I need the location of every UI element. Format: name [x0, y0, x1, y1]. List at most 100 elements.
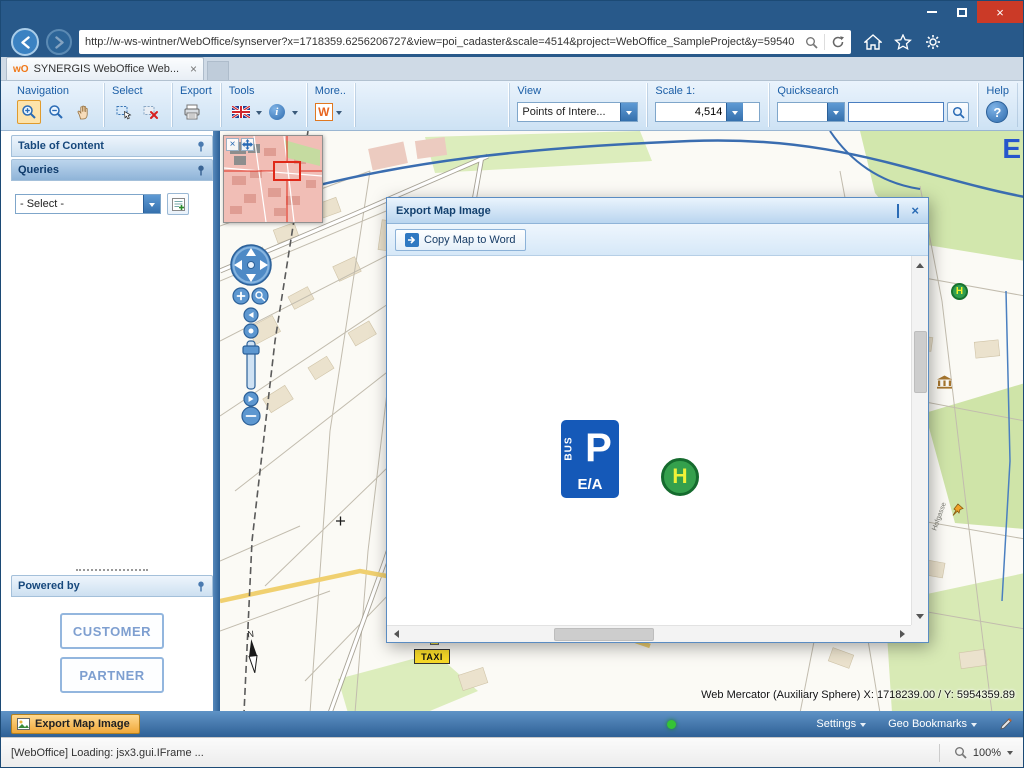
help-button[interactable]: ? [986, 101, 1008, 123]
forward-arrow-icon [53, 36, 66, 49]
geo-bookmarks-menu[interactable]: Geo Bookmarks [888, 718, 977, 730]
clear-selection-button[interactable] [139, 100, 163, 124]
panel-header-table-of-content[interactable]: Table of Content [11, 135, 213, 157]
settings-gear-icon[interactable] [924, 34, 942, 50]
overview-move-button[interactable] [241, 138, 254, 151]
info-tool-button[interactable]: i [265, 100, 289, 124]
select-section-label: Select [112, 84, 163, 99]
bus-sign-ea-text: E/A [561, 476, 619, 498]
sidebar-splitter[interactable] [213, 131, 220, 711]
quicksearch-type-dropdown[interactable] [777, 102, 845, 122]
copy-map-to-word-button[interactable]: Copy Map to Word [395, 229, 526, 251]
task-export-map-image[interactable]: Export Map Image [11, 714, 140, 734]
quicksearch-go-button[interactable] [947, 102, 969, 122]
browser-forward-button[interactable] [46, 29, 72, 55]
panel-header-powered-by[interactable]: Powered by [11, 575, 213, 597]
queries-panel-empty-area [11, 223, 213, 565]
panel-resize-handle[interactable] [11, 565, 213, 575]
browser-status-bar: [WebOffice] Loading: jsx3.gui.IFrame ...… [1, 737, 1023, 767]
view-dropdown[interactable]: Points of Intere... [517, 102, 638, 122]
partner-logo-button[interactable]: PARTNER [60, 657, 164, 693]
bus-sign-bus-text: BUS [564, 436, 575, 460]
toolbar-section-more: More.. W [307, 83, 355, 127]
refresh-icon[interactable] [831, 35, 845, 49]
caret-down-icon [149, 203, 155, 210]
arrow-left-icon [390, 630, 399, 638]
view-dropdown-button[interactable] [620, 103, 637, 121]
browser-back-button[interactable] [11, 28, 39, 56]
toolbar-section-quicksearch: Quicksearch [769, 83, 978, 127]
vertical-scroll-thumb[interactable] [914, 331, 927, 393]
window-maximize-button[interactable] [947, 1, 977, 23]
window-titlebar: × [1, 1, 1023, 27]
dialog-title: Export Map Image [396, 205, 491, 217]
settings-menu[interactable]: Settings [816, 718, 866, 730]
pin-icon[interactable] [196, 165, 206, 176]
dialog-horizontal-scrollbar[interactable] [387, 625, 911, 642]
pan-tool-button[interactable] [71, 100, 95, 124]
toolbar-section-scale: Scale 1: [647, 83, 769, 127]
customer-logo-button[interactable]: CUSTOMER [60, 613, 164, 649]
quicksearch-dropdown-button[interactable] [827, 103, 844, 121]
overview-map[interactable]: × [223, 135, 323, 223]
weboffice-w-logo-button[interactable]: W [315, 103, 333, 121]
panel-header-queries[interactable]: Queries [11, 159, 213, 181]
clear-selection-icon [143, 105, 159, 120]
museum-icon[interactable] [936, 375, 953, 394]
toolbar-section-select: Select [104, 83, 172, 127]
scroll-right-button[interactable] [894, 626, 911, 643]
zoom-dropdown-caret-icon[interactable] [1007, 751, 1013, 758]
caret-down-icon [860, 723, 866, 730]
scale-section-label: Scale 1: [655, 84, 760, 99]
map-navigation-control[interactable] [229, 243, 273, 433]
dialog-vertical-scrollbar[interactable] [911, 256, 928, 625]
quicksearch-input[interactable] [848, 102, 944, 122]
info-dropdown-caret-icon[interactable] [292, 111, 298, 118]
pan-hand-icon [76, 104, 91, 120]
toolbar-section-view: View Points of Intere... [509, 83, 647, 127]
overview-close-button[interactable]: × [226, 138, 239, 151]
scroll-left-button[interactable] [387, 626, 404, 643]
pin-icon[interactable] [196, 141, 206, 152]
query-builder-button[interactable] [167, 193, 189, 215]
home-icon[interactable] [864, 34, 882, 50]
tab-close-icon[interactable]: × [190, 62, 197, 76]
horizontal-scroll-thumb[interactable] [554, 628, 654, 641]
navigation-section-label: Navigation [17, 84, 95, 99]
language-dropdown-caret-icon[interactable] [256, 111, 262, 118]
browser-zoom-level[interactable]: 100% [973, 747, 1001, 759]
zoom-in-tool-button[interactable] [17, 100, 41, 124]
status-loading-text: [WebOffice] Loading: jsx3.gui.IFrame ... [11, 747, 204, 759]
scale-dropdown-button[interactable] [726, 103, 743, 121]
pin-icon[interactable] [196, 581, 206, 592]
query-select-dropdown-button[interactable] [143, 195, 160, 213]
geo-bookmarks-label: Geo Bookmarks [888, 718, 967, 730]
scroll-down-button[interactable] [912, 608, 929, 625]
pushpin-marker-icon[interactable] [951, 503, 964, 522]
new-tab-button[interactable] [207, 61, 229, 80]
window-minimize-button[interactable] [917, 1, 947, 23]
arrow-down-icon [916, 614, 924, 623]
status-separator [939, 744, 940, 762]
scale-input[interactable] [656, 103, 726, 121]
url-search-icon[interactable] [805, 36, 818, 49]
zoom-out-tool-button[interactable] [44, 100, 68, 124]
url-input[interactable] [85, 36, 799, 48]
close-icon: × [996, 5, 1004, 20]
query-select-dropdown[interactable]: - Select - [15, 194, 161, 214]
bus-stop-h-marker[interactable]: H [951, 283, 968, 300]
tab-weboffice[interactable]: wO SYNERGIS WebOffice Web... × [6, 57, 204, 80]
more-dropdown-caret-icon[interactable] [336, 111, 342, 118]
scroll-up-button[interactable] [912, 256, 929, 273]
uk-flag-icon [232, 106, 250, 118]
print-button[interactable] [180, 100, 204, 124]
window-close-button[interactable]: × [977, 1, 1023, 23]
favorites-star-icon[interactable] [894, 34, 912, 50]
language-flag-button[interactable] [229, 100, 253, 124]
dialog-titlebar[interactable]: Export Map Image × [387, 198, 928, 224]
bus-parking-sign: BUS P E/A [561, 420, 619, 498]
dialog-restore-button[interactable] [897, 205, 899, 217]
select-features-button[interactable] [112, 100, 136, 124]
edit-pencil-button[interactable] [999, 717, 1013, 731]
dialog-close-button[interactable]: × [911, 204, 919, 217]
